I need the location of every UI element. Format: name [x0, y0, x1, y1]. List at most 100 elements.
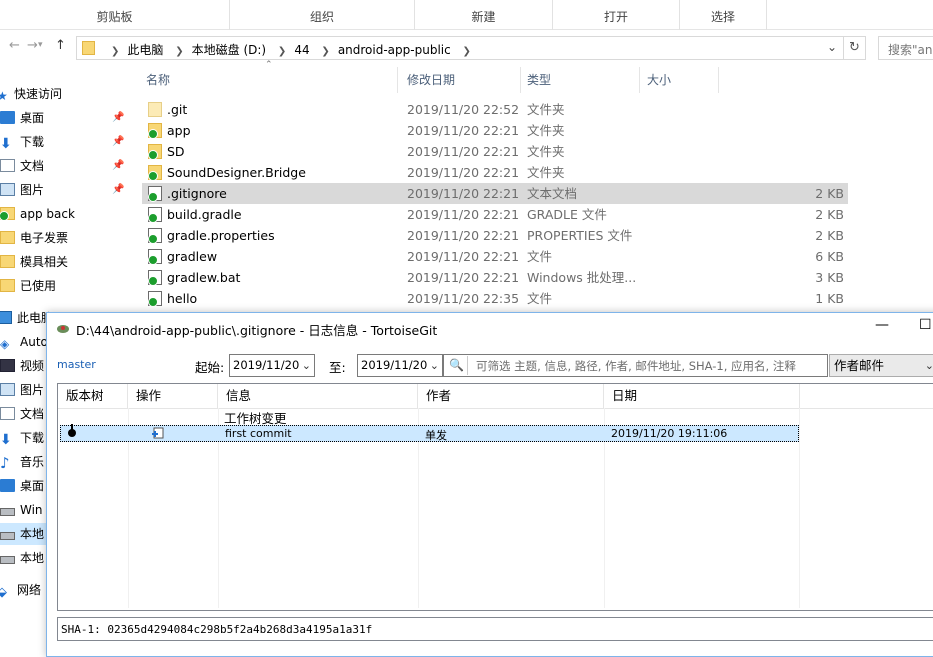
column-header-date[interactable]: 日期	[604, 384, 800, 408]
commit-author: 单发	[425, 429, 447, 442]
ribbon-group-select[interactable]: 选择	[680, 0, 767, 30]
ribbon-group-new[interactable]: 新建	[415, 0, 553, 30]
ribbon-group-open[interactable]: 打开	[553, 0, 680, 30]
file-type: 文件	[527, 249, 553, 264]
git-status-badge-icon	[148, 192, 158, 202]
document-icon	[0, 407, 15, 420]
chevron-down-icon[interactable]: ⌄	[430, 355, 439, 376]
git-file-icon	[148, 270, 162, 286]
forward-arrow-icon[interactable]: →	[27, 38, 38, 53]
column-header-type[interactable]: 类型	[527, 67, 551, 93]
nav-item-drive-c[interactable]: Win	[0, 499, 43, 521]
from-date-picker[interactable]: 2019/11/20 ⌄	[229, 354, 315, 377]
nav-item-documents-pc[interactable]: 文档	[0, 403, 44, 425]
commit-node-icon	[68, 429, 76, 437]
nav-item-drive-e[interactable]: 本地	[0, 547, 44, 569]
nav-network[interactable]: ⬙ 网络	[0, 579, 41, 601]
column-header-graph[interactable]: 版本树	[58, 384, 128, 408]
chevron-down-icon: ⌄	[924, 359, 933, 372]
git-file-icon	[148, 291, 162, 307]
breadcrumb-item[interactable]: 44	[294, 43, 309, 57]
refresh-icon[interactable]: ↻	[843, 37, 865, 59]
pin-icon[interactable]: 📌	[112, 136, 124, 147]
pin-icon[interactable]: 📌	[112, 160, 124, 171]
sort-ascending-icon: ⌃	[265, 60, 273, 70]
star-icon: ★	[0, 89, 8, 103]
column-header-actions[interactable]: 操作	[128, 384, 218, 408]
file-list: ⌃ 名称 修改日期 类型 大小 .git 2019/11/20 22:52 文件夹 a…	[130, 60, 933, 314]
file-type: 文件夹	[527, 123, 565, 138]
nav-item-pictures[interactable]: 图片	[0, 179, 44, 201]
nav-item-invoices[interactable]: 电子发票	[0, 227, 68, 249]
nav-item-molds[interactable]: 模具相关	[0, 251, 68, 273]
file-name: gradle.properties	[167, 228, 275, 243]
file-size: 2 KB	[815, 186, 844, 201]
chevron-down-icon[interactable]: ⌄	[302, 355, 311, 376]
dialog-title: D:\44\android-app-public\.gitignore - 日志…	[76, 323, 438, 338]
commit-details-box[interactable]: SHA-1: 02365d4294084c298b5f2a4b268d3a419…	[57, 617, 933, 641]
nav-item-used[interactable]: 已使用	[0, 275, 56, 297]
file-modified: 2019/11/20 22:21	[407, 249, 520, 264]
breadcrumb-item[interactable]: 本地磁盘 (D:)	[192, 43, 266, 57]
git-file-icon	[148, 186, 162, 202]
desktop-icon	[0, 111, 15, 124]
nav-item-documents[interactable]: 文档	[0, 155, 44, 177]
ribbon-group-organize[interactable]: 组织	[230, 0, 415, 30]
pin-icon[interactable]: 📌	[112, 112, 124, 123]
commit-row[interactable]: first commit 单发 2019/11/20 19:11:06	[60, 424, 799, 442]
file-row[interactable]: gradle.properties 2019/11/20 22:21 PROPERT…	[142, 225, 848, 246]
search-input[interactable]: 搜索"android-app-public"	[878, 36, 933, 60]
file-row[interactable]: gradlew.bat 2019/11/20 22:21 Windows 批处理..…	[142, 267, 848, 288]
nav-item-downloads-pc[interactable]: ⬇ 下载	[0, 427, 44, 449]
file-row[interactable]: gradlew 2019/11/20 22:21 文件 6 KB	[142, 246, 848, 267]
file-row[interactable]: .gitignore 2019/11/20 22:21 文本文档 2 KB	[142, 183, 848, 204]
file-row[interactable]: SD 2019/11/20 22:21 文件夹	[142, 141, 848, 162]
address-bar[interactable]: ❯ 此电脑 ❯ 本地磁盘 (D:) ❯ 44 ❯ android-app-public …	[76, 36, 866, 60]
ribbon-group-clipboard[interactable]: 剪贴板	[0, 0, 230, 30]
nav-item-pictures-pc[interactable]: 图片	[0, 379, 44, 401]
column-header-size[interactable]: 大小	[647, 67, 671, 93]
nav-item-app-back[interactable]: app back	[0, 203, 75, 225]
git-folder-icon	[148, 123, 162, 139]
breadcrumb-item[interactable]: android-app-public	[338, 43, 451, 57]
video-icon	[0, 359, 15, 372]
back-arrow-icon[interactable]: ←	[9, 38, 20, 53]
up-arrow-icon[interactable]: ↑	[55, 38, 66, 53]
nav-item-downloads[interactable]: ⬇ 下载	[0, 131, 44, 153]
to-label: 至:	[329, 360, 346, 375]
file-row[interactable]: build.gradle 2019/11/20 22:21 GRADLE 文件 2 K…	[142, 204, 848, 225]
column-header-modified[interactable]: 修改日期	[407, 67, 455, 93]
file-row[interactable]: .git 2019/11/20 22:52 文件夹	[142, 99, 848, 120]
nav-quick-access[interactable]: ★ 快速访问	[0, 83, 62, 105]
breadcrumb-item[interactable]: 此电脑	[127, 43, 163, 57]
recent-dropdown-icon[interactable]: ▾	[38, 40, 43, 50]
folder-icon	[0, 255, 15, 268]
from-label: 起始:	[195, 360, 225, 375]
nav-item-desktop[interactable]: 桌面	[0, 107, 44, 129]
file-row[interactable]: app 2019/11/20 22:21 文件夹	[142, 120, 848, 141]
minimize-icon[interactable]: —	[875, 317, 889, 333]
search-icon[interactable]: 🔍	[446, 356, 468, 375]
file-name: SD	[167, 144, 185, 159]
file-name: SoundDesigner.Bridge	[167, 165, 306, 180]
nav-item-videos[interactable]: 视频	[0, 355, 44, 377]
file-row[interactable]: hello 2019/11/20 22:35 文件 1 KB	[142, 288, 848, 309]
filter-input[interactable]: 🔍 可筛选 主题, 信息, 路径, 作者, 邮件地址, SHA-1, 应用名, …	[443, 354, 828, 377]
pin-icon[interactable]: 📌	[112, 184, 124, 195]
branch-link[interactable]: master	[57, 358, 96, 371]
column-header-author[interactable]: 作者	[418, 384, 604, 408]
folder-icon	[148, 102, 162, 117]
dialog-title-bar: D:\44\android-app-public\.gitignore - 日志…	[47, 313, 933, 343]
desktop-icon	[0, 479, 15, 492]
maximize-icon[interactable]: ☐	[919, 317, 932, 333]
column-header-message[interactable]: 信息	[218, 384, 418, 408]
nav-item-3d-objects[interactable]: ◈ Auto	[0, 331, 48, 353]
address-dropdown-icon[interactable]: ⌄	[827, 40, 837, 54]
to-date-picker[interactable]: 2019/11/20 ⌄	[357, 354, 443, 377]
nav-item-desktop-pc[interactable]: 桌面	[0, 475, 44, 497]
git-file-icon	[148, 249, 162, 265]
file-row[interactable]: SoundDesigner.Bridge 2019/11/20 22:21 文件夹	[142, 162, 848, 183]
filter-field-select[interactable]: 作者邮件 ⌄	[829, 354, 933, 377]
nav-item-music[interactable]: ♪ 音乐	[0, 451, 44, 473]
column-header-name[interactable]: 名称	[146, 67, 170, 93]
